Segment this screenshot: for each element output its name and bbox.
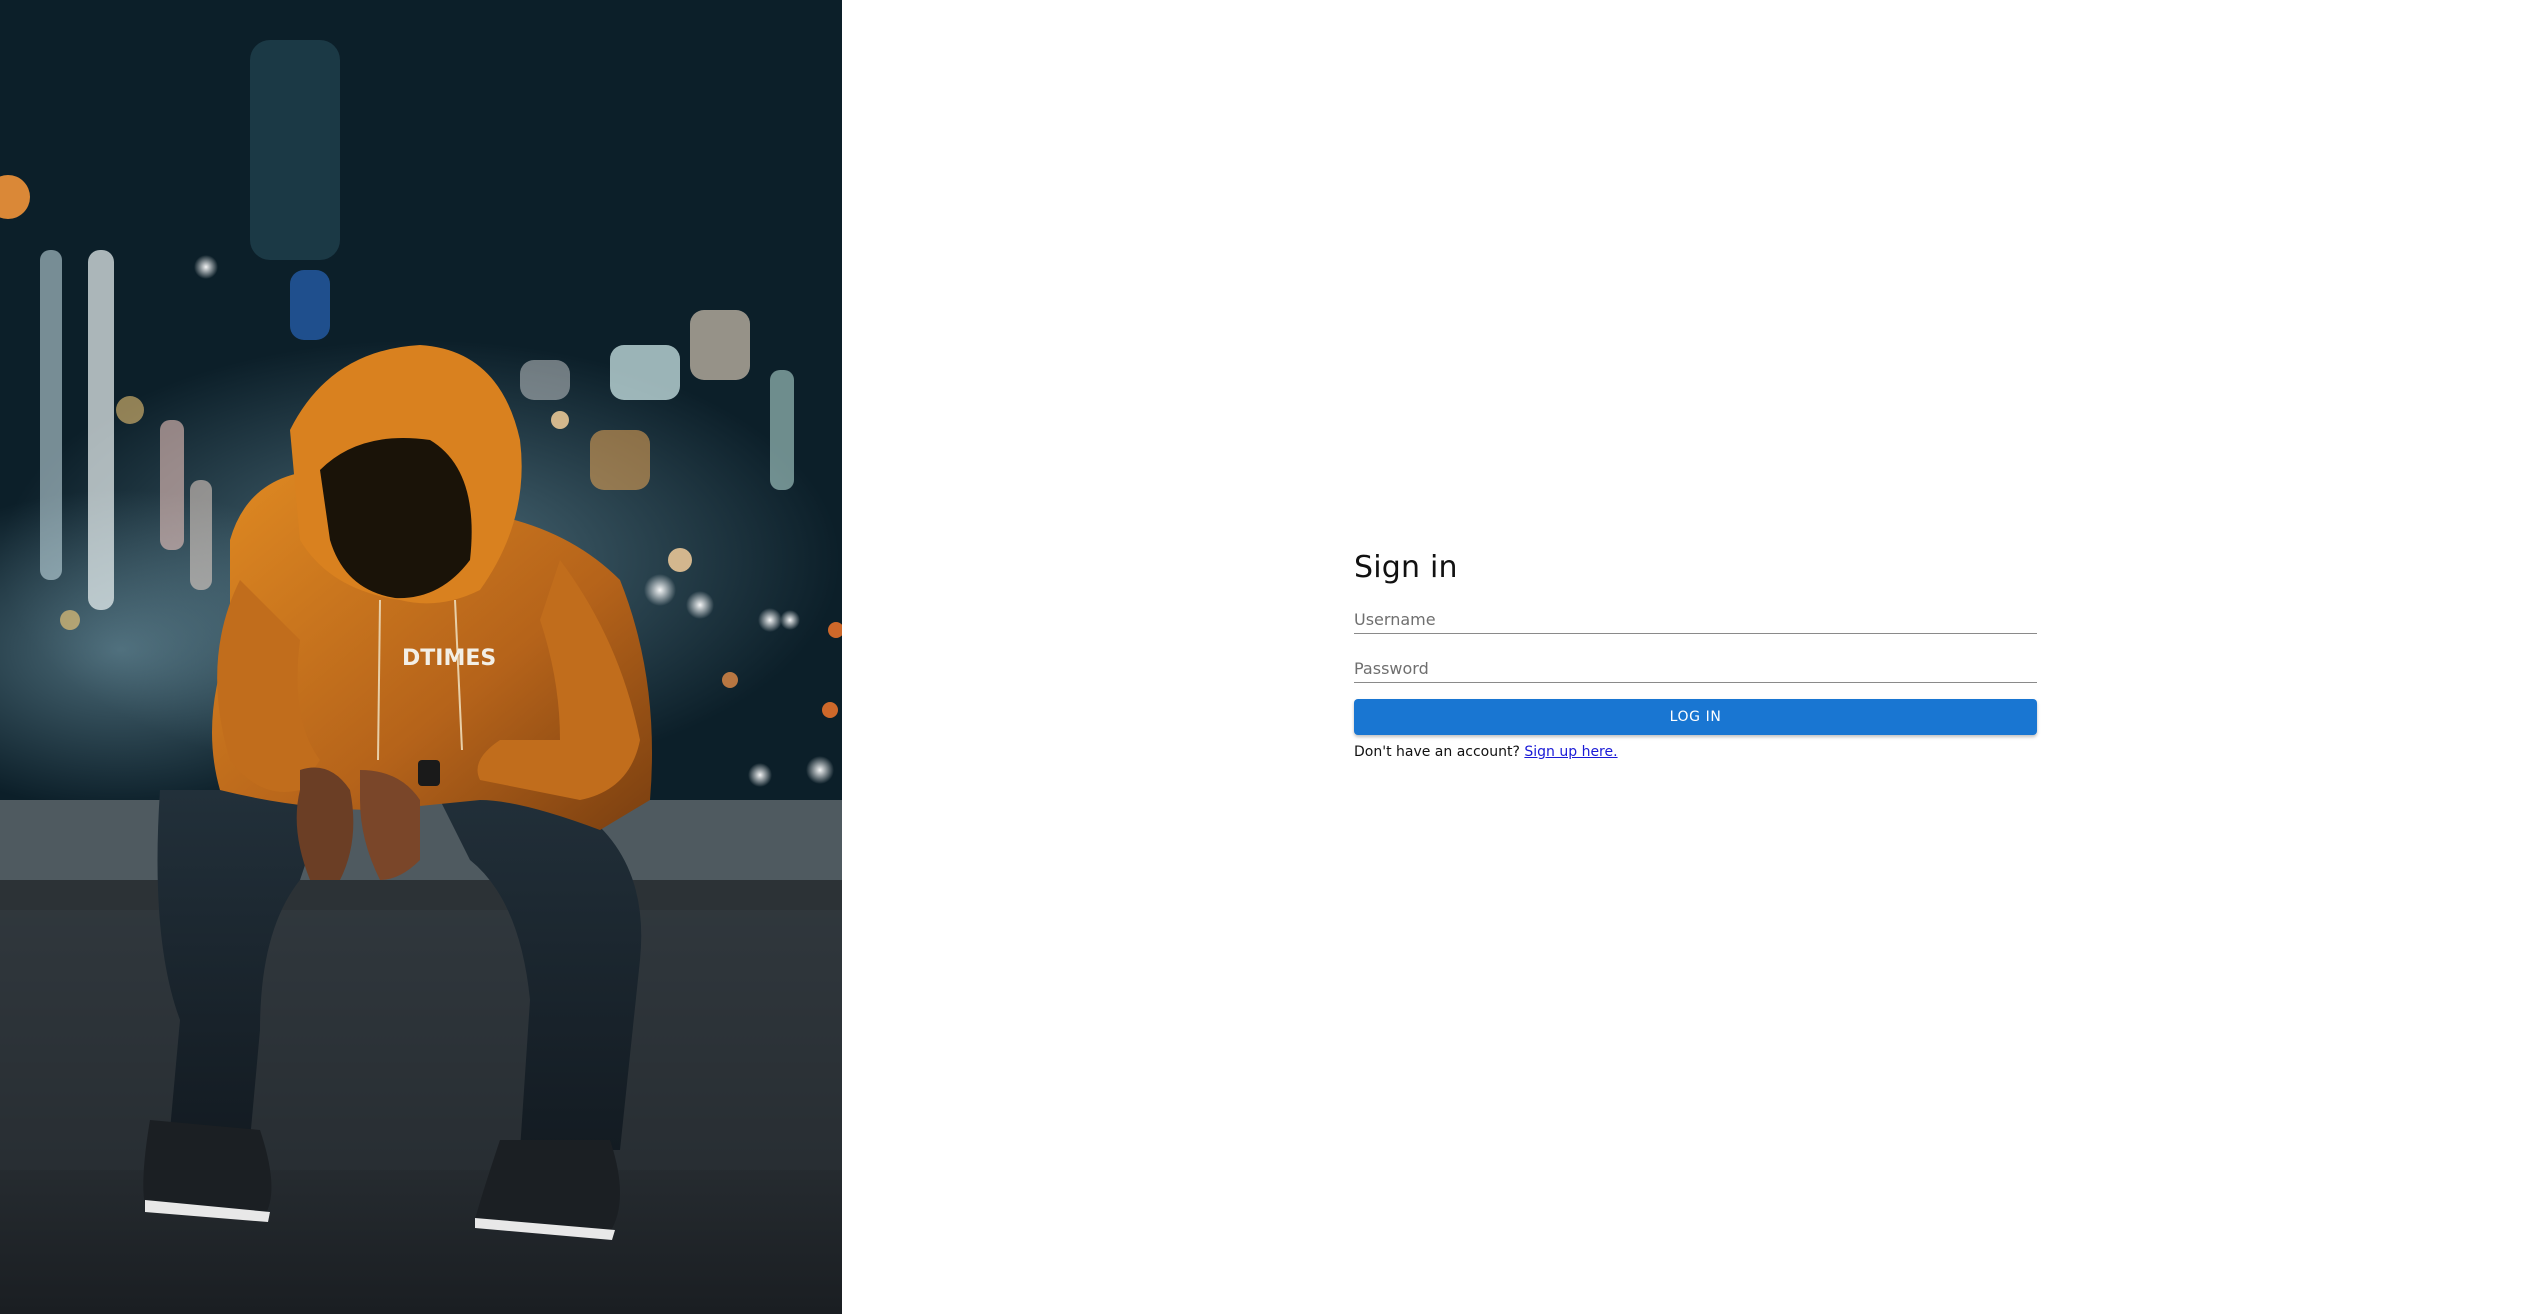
password-field (1354, 644, 2037, 683)
username-field (1354, 595, 2037, 634)
login-button[interactable]: LOG IN (1354, 699, 2037, 735)
hero-illustration: DTIMES (0, 0, 842, 1314)
signin-title: Sign in (1354, 550, 1458, 585)
signup-prompt-text: Don't have an account? (1354, 744, 1520, 760)
username-input[interactable] (1354, 607, 2037, 631)
signup-prompt: Don't have an account? Sign up here. (1354, 744, 2037, 760)
password-input[interactable] (1354, 656, 2037, 680)
signin-form: Sign in LOG IN Don't have an account? Si… (1354, 550, 2037, 760)
hoodie-print-text: DTIMES (402, 646, 496, 671)
login-page: DTIMES Sign in LOG IN Don't have an acco… (0, 0, 2543, 1314)
hero-image: DTIMES (0, 0, 842, 1314)
signin-panel: Sign in LOG IN Don't have an account? Si… (842, 0, 2543, 1314)
signup-link[interactable]: Sign up here. (1524, 744, 1617, 760)
